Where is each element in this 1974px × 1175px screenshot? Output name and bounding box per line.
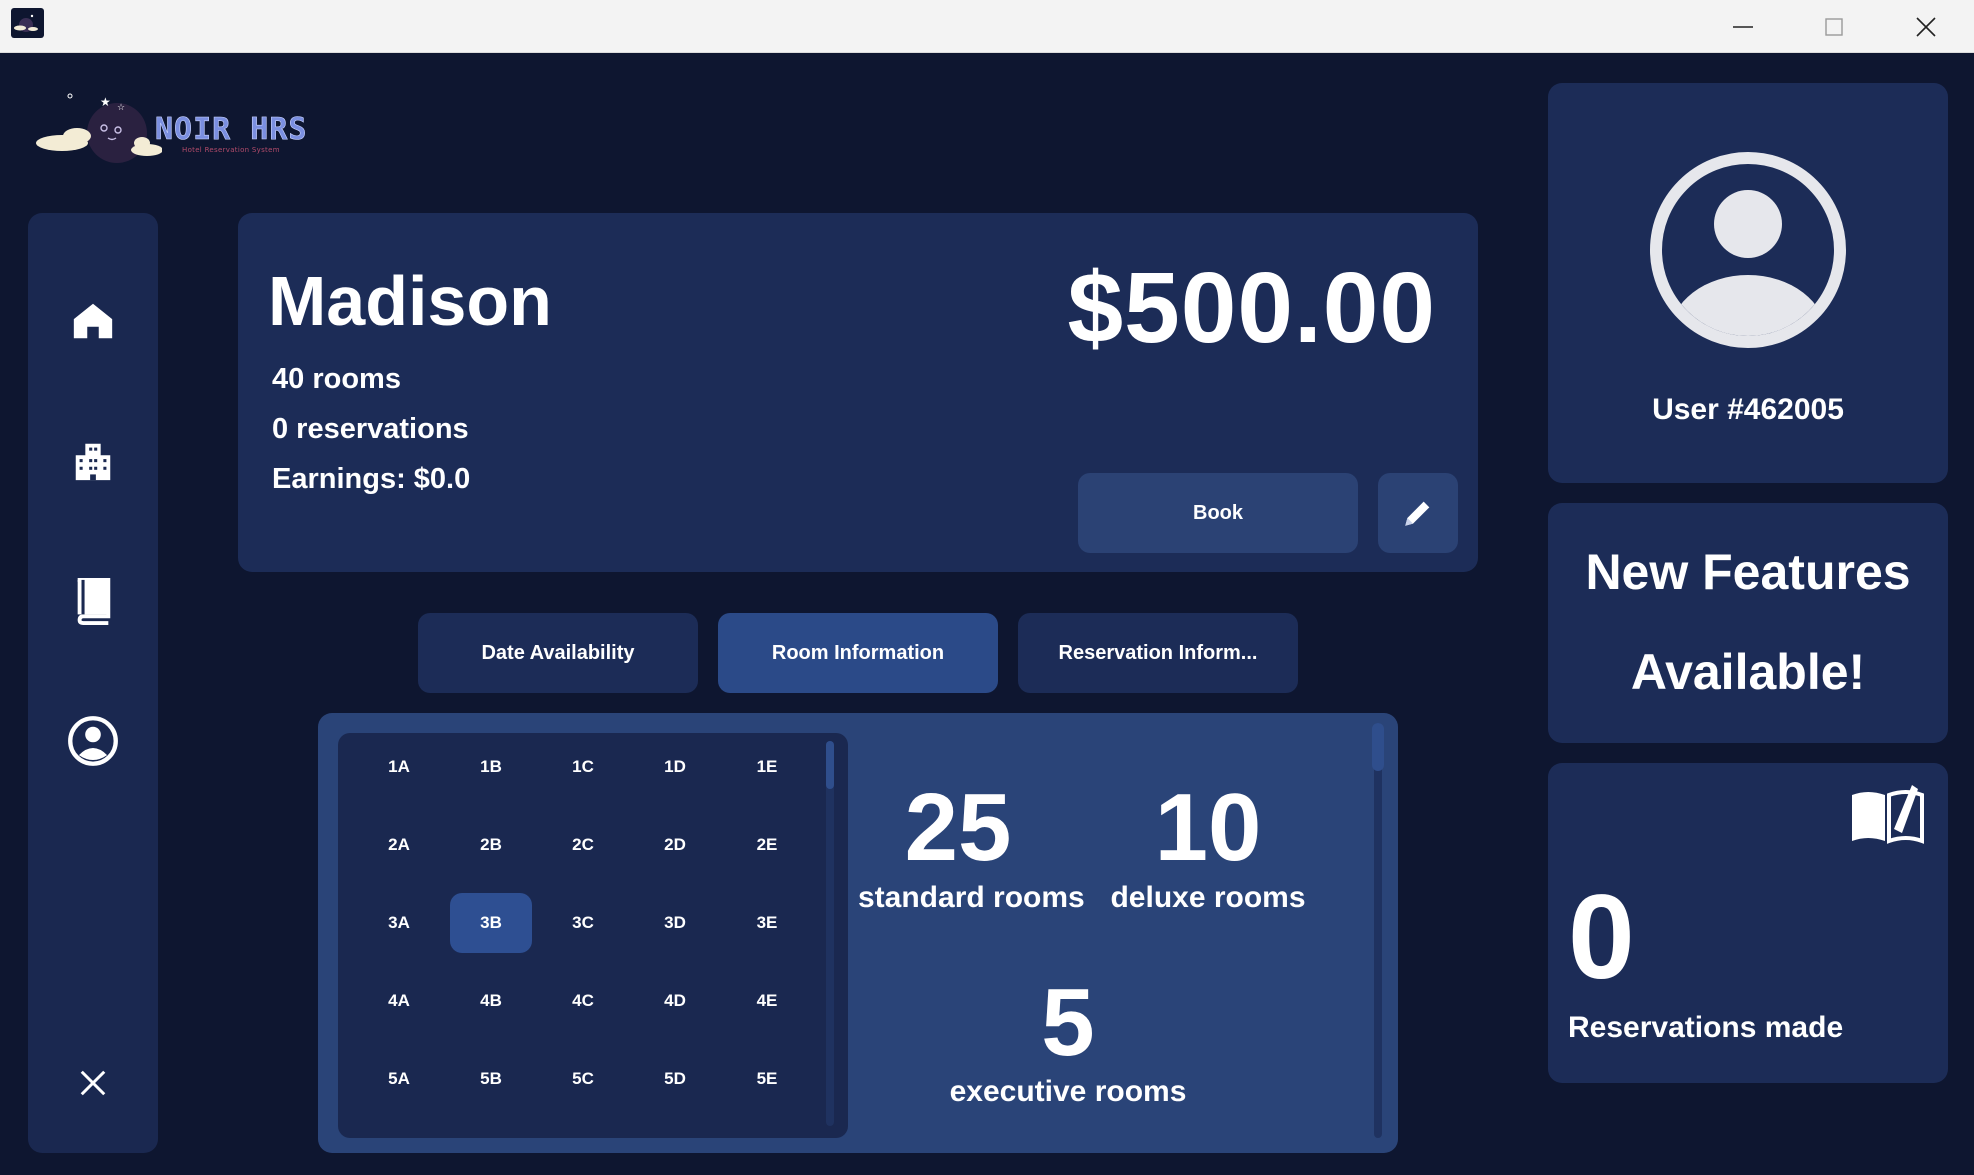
- user-circle-icon: [68, 716, 118, 766]
- maximize-button[interactable]: [1787, 0, 1879, 53]
- room-information-panel: 1A 1B 1C 1D 1E 2A 2B 2C 2D 2E 3A 3B 3C 3D 3E 4A 4B 4C 4D 4E…: [318, 713, 1398, 1153]
- executive-room-count: 5: [1041, 969, 1095, 1076]
- sidebar-item-hotels[interactable]: [57, 425, 129, 497]
- room-panel-scrollbar[interactable]: [1372, 723, 1384, 1138]
- executive-room-label: executive rooms: [949, 1075, 1187, 1108]
- svg-text:★: ★: [100, 95, 111, 109]
- hotel-reservation-count: 0 reservations: [272, 413, 469, 445]
- room-cell-1c[interactable]: 1C: [542, 737, 624, 797]
- reservations-stat-card: 0 Reservations made: [1548, 763, 1948, 1083]
- tab-room-information[interactable]: Room Information: [718, 613, 998, 693]
- sidebar-item-profile[interactable]: [57, 705, 129, 777]
- room-cell-4b[interactable]: 4B: [450, 971, 532, 1031]
- home-icon: [73, 303, 113, 339]
- sidebar: [28, 213, 158, 1153]
- close-icon: [1916, 17, 1936, 37]
- standard-room-label: standard rooms: [858, 881, 1085, 914]
- room-grid-scrollbar[interactable]: [826, 741, 834, 1126]
- tab-date-availability[interactable]: Date Availability: [418, 613, 698, 693]
- minimize-icon: [1733, 26, 1753, 28]
- news-line-1: New Features: [1585, 544, 1911, 600]
- room-cell-5d[interactable]: 5D: [634, 1049, 716, 1109]
- user-avatar-icon[interactable]: [1648, 150, 1848, 350]
- room-cell-3b[interactable]: 3B: [450, 893, 532, 953]
- deluxe-room-label: deluxe rooms: [1110, 881, 1306, 914]
- moon-cloud-logo: ★ ☆: [36, 93, 163, 163]
- news-line-2: Available!: [1630, 644, 1866, 700]
- room-cell-1d[interactable]: 1D: [634, 737, 716, 797]
- new-features-card[interactable]: New Features Available!: [1548, 503, 1948, 743]
- sidebar-item-home[interactable]: [57, 285, 129, 357]
- sidebar-item-reservations[interactable]: [57, 565, 129, 637]
- room-cell-1a[interactable]: 1A: [358, 737, 440, 797]
- open-book-icon: [1852, 785, 1924, 844]
- user-profile-card: User #462005: [1548, 83, 1948, 483]
- room-cell-3d[interactable]: 3D: [634, 893, 716, 953]
- room-cell-4c[interactable]: 4C: [542, 971, 624, 1031]
- room-cell-3c[interactable]: 3C: [542, 893, 624, 953]
- tab-reservation-information[interactable]: Reservation Inform...: [1018, 613, 1298, 693]
- pencil-icon: [1405, 501, 1430, 526]
- room-cell-3e[interactable]: 3E: [726, 893, 808, 953]
- room-cell-4a[interactable]: 4A: [358, 971, 440, 1031]
- room-grid-scroll-thumb[interactable]: [826, 741, 834, 789]
- room-grid: 1A 1B 1C 1D 1E 2A 2B 2C 2D 2E 3A 3B 3C 3D 3E 4A 4B 4C 4D 4E…: [338, 733, 848, 1138]
- room-cell-3a[interactable]: 3A: [358, 893, 440, 953]
- reservations-label: Reservations made: [1568, 1011, 1844, 1044]
- book-button[interactable]: Book: [1078, 473, 1358, 553]
- hotel-price: $500.00: [1067, 252, 1436, 364]
- close-icon: [80, 1070, 106, 1096]
- app-icon: [11, 8, 44, 38]
- hotel-name: Madison: [268, 262, 552, 340]
- room-cell-2b[interactable]: 2B: [450, 815, 532, 875]
- logo-subtitle: Hotel Reservation System: [182, 146, 280, 154]
- room-cell-1e[interactable]: 1E: [726, 737, 808, 797]
- sidebar-item-exit[interactable]: [57, 1047, 129, 1119]
- room-cell-5a[interactable]: 5A: [358, 1049, 440, 1109]
- book-icon: [77, 578, 111, 625]
- room-cell-1b[interactable]: 1B: [450, 737, 532, 797]
- standard-room-count: 25: [904, 774, 1012, 881]
- deluxe-room-count: 10: [1154, 774, 1262, 881]
- hotel-summary-card: Madison $500.00 40 rooms 0 reservations …: [238, 213, 1478, 572]
- building-icon: [75, 443, 111, 481]
- user-id: User #462005: [1652, 393, 1844, 426]
- close-window-button[interactable]: [1879, 0, 1971, 53]
- room-cell-4e[interactable]: 4E: [726, 971, 808, 1031]
- hotel-earnings: Earnings: $0.0: [272, 463, 471, 495]
- hotel-room-count: 40 rooms: [272, 363, 401, 395]
- room-cell-2a[interactable]: 2A: [358, 815, 440, 875]
- logo-title: NOIR HRS: [155, 112, 308, 148]
- room-cell-5c[interactable]: 5C: [542, 1049, 624, 1109]
- svg-text:☆: ☆: [117, 103, 125, 113]
- edit-hotel-button[interactable]: [1378, 473, 1458, 553]
- reservations-count: 0: [1568, 870, 1635, 1004]
- room-cell-5b[interactable]: 5B: [450, 1049, 532, 1109]
- room-cell-4d[interactable]: 4D: [634, 971, 716, 1031]
- minimize-button[interactable]: [1696, 0, 1788, 53]
- room-panel-scroll-thumb[interactable]: [1372, 723, 1384, 771]
- room-cell-5e[interactable]: 5E: [726, 1049, 808, 1109]
- app-logo: ★ ☆ NOIR HRS Hotel Reservation System: [32, 88, 332, 178]
- room-cell-2d[interactable]: 2D: [634, 815, 716, 875]
- title-bar: [0, 0, 1974, 53]
- maximize-icon: [1825, 18, 1843, 36]
- room-cell-2c[interactable]: 2C: [542, 815, 624, 875]
- room-cell-2e[interactable]: 2E: [726, 815, 808, 875]
